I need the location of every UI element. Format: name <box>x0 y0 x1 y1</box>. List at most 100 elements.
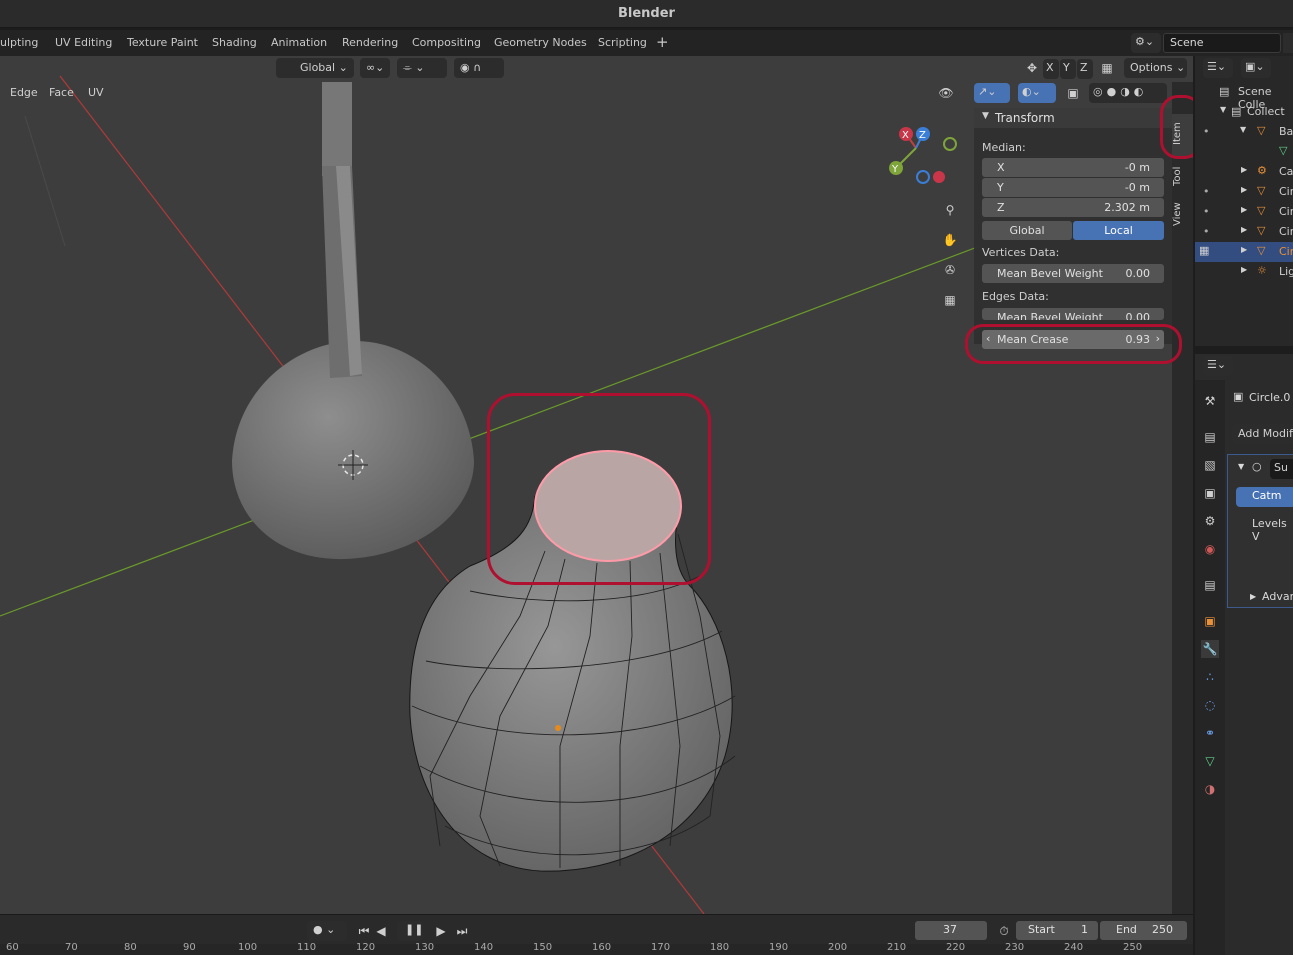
end-frame-field[interactable]: End 250 <box>1100 921 1187 940</box>
ruler-tick: 170 <box>651 942 671 953</box>
constraints-tab-icon[interactable]: ⚭ <box>1201 724 1219 742</box>
space-global-toggle[interactable]: Global <box>982 221 1072 240</box>
outliner-row-object[interactable]: ▶ ☼ Lig <box>1195 262 1293 282</box>
mesh-data-tab-icon[interactable]: ▽ <box>1201 752 1219 770</box>
scene-tab-icon[interactable]: ⚙ <box>1201 512 1219 530</box>
camera-view-icon[interactable]: ✇ <box>942 262 958 278</box>
outliner-row-active-object[interactable]: ▦ ▶ ▽ Cir <box>1195 242 1293 262</box>
end-label: End <box>1116 923 1137 936</box>
tab-view[interactable]: View <box>1172 196 1193 232</box>
mirror-z-toggle[interactable]: Z <box>1077 59 1093 79</box>
tool-tab-icon[interactable]: ⚒ <box>1201 392 1219 410</box>
advanced-subpanel-label[interactable]: Advan <box>1262 590 1293 603</box>
menu-uv[interactable]: UV <box>88 86 104 99</box>
outliner-row-object[interactable]: ▶ ⚙ Ca <box>1195 162 1293 182</box>
render-tab-icon[interactable]: ▤ <box>1201 428 1219 446</box>
outliner-row-scene-collection[interactable]: ▤ Scene Colle <box>1195 82 1293 111</box>
outliner-row-mesh-data[interactable]: ▽ <box>1195 142 1293 162</box>
3d-viewport[interactable]: ⇱ Global ⌄ ∞⌄ ⌯ ⌄ ◉ ∩ ✥ X Y Z ▦ Options … <box>0 56 1193 914</box>
ruler-tick: 190 <box>769 942 789 953</box>
add-workspace-icon[interactable]: + <box>656 33 669 51</box>
tab-sculpting[interactable]: ulpting <box>0 36 38 49</box>
world-tab-icon[interactable]: ◉ <box>1201 540 1219 558</box>
tab-compositing[interactable]: Compositing <box>412 36 481 49</box>
material-tab-icon[interactable]: ◑ <box>1201 780 1219 798</box>
outliner-editor-type-icon[interactable]: ☰⌄ <box>1203 58 1233 78</box>
edge-bevel-label: Mean Bevel Weight <box>997 311 1103 320</box>
properties-editor-type-icon[interactable]: ☰⌄ <box>1203 356 1233 376</box>
tab-tool[interactable]: Tool <box>1172 160 1193 192</box>
median-label: Median: <box>982 141 1026 154</box>
object-tab-icon[interactable]: ▣ <box>1201 612 1219 630</box>
auto-keying-toggle[interactable]: ● ⌄ <box>307 921 347 941</box>
preview-range-clock-icon[interactable]: ⏱ <box>996 923 1012 939</box>
options-dropdown[interactable]: Options ⌄ <box>1124 58 1187 78</box>
overlays-toggle-icon[interactable]: ◐⌄ <box>1018 83 1056 103</box>
tab-texture-paint[interactable]: Texture Paint <box>127 36 198 49</box>
transform-orientation-dropdown[interactable]: Global ⌄ <box>276 58 354 78</box>
space-local-toggle[interactable]: Local <box>1073 221 1164 240</box>
outliner-row-object[interactable]: • ▶ ▽ Cir <box>1195 202 1293 222</box>
shading-mode-buttons[interactable]: ◎●◑◐ <box>1089 83 1167 103</box>
display-mode-icon[interactable]: ▣⌄ <box>1241 58 1271 78</box>
menu-face[interactable]: Face <box>49 86 74 99</box>
outliner-row-collection[interactable]: ▼ ▤ Collect <box>1195 102 1293 122</box>
zoom-icon[interactable]: ⚲ <box>942 202 958 218</box>
start-frame-field[interactable]: Start 1 <box>1016 921 1098 940</box>
proportional-edit-dropdown[interactable]: ◉ ∩ <box>454 58 504 78</box>
tab-scripting[interactable]: Scripting <box>598 36 647 49</box>
median-x-field[interactable]: X -0 m <box>982 158 1164 177</box>
jump-keyframe-back-icon[interactable]: ◀ <box>373 923 389 939</box>
xray-toggle-icon[interactable]: ▣ <box>1065 85 1081 101</box>
tab-rendering[interactable]: Rendering <box>342 36 398 49</box>
tab-animation[interactable]: Animation <box>271 36 327 49</box>
vertex-bevel-weight-field[interactable]: Mean Bevel Weight 0.00 <box>982 264 1164 283</box>
ruler-tick: 140 <box>474 942 494 953</box>
particles-tab-icon[interactable]: ∴ <box>1201 668 1219 686</box>
ruler-tick: 200 <box>828 942 848 953</box>
median-y-field[interactable]: Y -0 m <box>982 178 1164 197</box>
add-modifier-button[interactable]: Add Modifi <box>1232 424 1293 444</box>
jump-end-icon[interactable]: ⏭ <box>454 923 470 939</box>
snap-dropdown[interactable]: ⌯ ⌄ <box>397 58 447 78</box>
menu-edge[interactable]: Edge <box>10 86 38 99</box>
edge-bevel-weight-field[interactable]: Mean Bevel Weight 0.00 <box>982 308 1164 320</box>
view-layer-tab-icon[interactable]: ▣ <box>1201 484 1219 502</box>
modifier-wrench-tab-icon[interactable]: 🔧 <box>1201 640 1219 658</box>
physics-tab-icon[interactable]: ◌ <box>1201 696 1219 714</box>
navigation-gizmo[interactable]: X Z Y <box>880 120 960 190</box>
ruler-tick: 70 <box>65 942 78 953</box>
gizmo-x-label: X <box>902 130 909 141</box>
catmull-clark-toggle[interactable]: Catm <box>1236 487 1293 507</box>
tab-geometry-nodes[interactable]: Geometry Nodes <box>494 36 587 49</box>
current-frame-field[interactable]: 37 <box>915 921 987 940</box>
outliner-row-object[interactable]: • ▶ ▽ Cir <box>1195 222 1293 242</box>
collection-tab-icon[interactable]: ▤ <box>1201 576 1219 594</box>
mirror-icon[interactable]: ✥ <box>1024 60 1040 76</box>
jump-start-icon[interactable]: ⏮ <box>356 923 372 939</box>
pan-hand-icon[interactable]: ✋ <box>942 232 958 248</box>
scene-selector-icon[interactable]: ⚙⌄ <box>1131 33 1161 53</box>
mesh-object-icon: ▽ <box>1257 244 1266 257</box>
visibility-eye-icon[interactable]: 👁 <box>938 85 954 101</box>
tab-shading[interactable]: Shading <box>212 36 257 49</box>
outliner-row-object[interactable]: • ▼ ▽ Ba <box>1195 122 1293 142</box>
modifier-name-field[interactable]: Su <box>1270 459 1293 479</box>
tab-uv-editing[interactable]: UV Editing <box>55 36 112 49</box>
scene-browse-button[interactable] <box>1283 33 1293 53</box>
mirror-y-toggle[interactable]: Y <box>1060 59 1076 79</box>
median-z-field[interactable]: Z 2.302 m <box>982 198 1164 217</box>
transform-panel-header[interactable]: ▼ Transform <box>974 108 1172 128</box>
mirror-x-toggle[interactable]: X <box>1043 59 1059 79</box>
jump-keyframe-forward-icon[interactable]: ▶ <box>433 923 449 939</box>
scene-name-field[interactable]: Scene <box>1163 33 1281 53</box>
outliner-row-object[interactable]: • ▶ ▽ Cir <box>1195 182 1293 202</box>
play-pause-button[interactable]: ❚❚ <box>397 921 423 941</box>
pivot-point-dropdown[interactable]: ∞⌄ <box>360 58 390 78</box>
timeline-ruler[interactable]: 60 70 80 90 100 110 120 130 140 150 160 … <box>0 942 1193 955</box>
edit-mode-icon: ▦ <box>1199 244 1210 257</box>
auto-merge-icon[interactable]: ▦ <box>1099 60 1115 76</box>
perspective-grid-icon[interactable]: ▦ <box>942 292 958 308</box>
output-tab-icon[interactable]: ▧ <box>1201 456 1219 474</box>
gizmo-toggle-icon[interactable]: ↗⌄ <box>974 83 1010 103</box>
